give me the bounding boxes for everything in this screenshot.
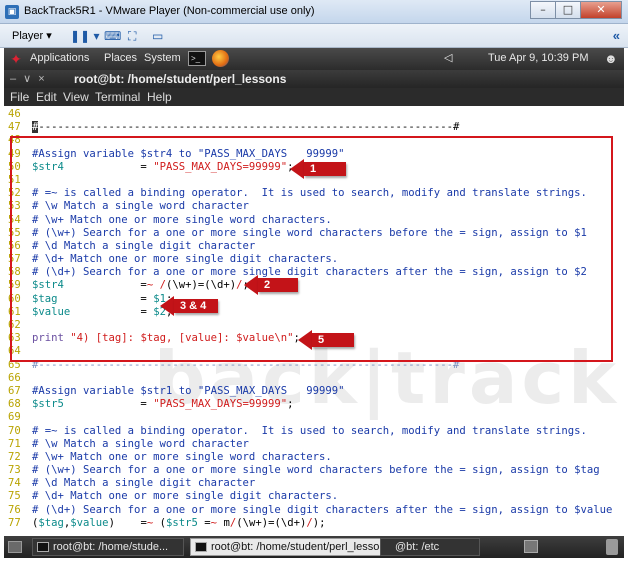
terminal-launcher-icon[interactable]: >_ [188, 51, 206, 66]
line-number: 74 [8, 477, 21, 490]
callout-2: 2 [244, 275, 298, 295]
taskbar-item-label: root@bt: /home/stude... [53, 541, 169, 553]
firefox-icon[interactable] [212, 50, 229, 67]
code-line: 66 [4, 372, 624, 385]
menu-file[interactable]: File [10, 90, 29, 104]
line-number: 67 [8, 384, 21, 397]
line-number: 77 [8, 516, 21, 529]
taskbar-item-3[interactable]: @bt: /etc [380, 538, 480, 556]
line-number: 76 [8, 503, 21, 516]
gnome-top-panel: ✦ Applications Places System >_ ◁ Tue Ap… [4, 48, 624, 70]
code-line: 68 $str5 = "PASS_MAX_DAYS=99999"; [4, 398, 624, 411]
fullscreen-icon[interactable]: ⛶ [128, 28, 136, 44]
minimize-button[interactable]: – [530, 1, 556, 19]
callout-arrowhead [244, 275, 258, 295]
line-number: 69 [8, 411, 21, 424]
code-line: 46 [4, 108, 624, 121]
send-ctrl-alt-del-icon[interactable]: ⌨ [104, 28, 121, 44]
callout-3-4: 3 & 4 [160, 296, 218, 316]
code-line: 75 # \d+ Match one or more single digit c… [4, 490, 624, 503]
code-line: 69 [4, 411, 624, 424]
menu-edit[interactable]: Edit [36, 90, 57, 104]
callout-label: 3 & 4 [174, 299, 218, 313]
user-icon[interactable]: ☻ [604, 50, 620, 68]
line-number: 47 [8, 121, 21, 134]
line-number: 70 [8, 424, 21, 437]
close-button[interactable]: ✕ [580, 1, 622, 19]
line-number: 71 [8, 437, 21, 450]
code-line: 73 # (\w+) Search for a one or more singl… [4, 464, 624, 477]
window-controls: – □ ✕ [530, 1, 622, 19]
code-line: 71 # \w Match a single word character [4, 438, 624, 451]
unity-icon[interactable]: ▭ [152, 28, 163, 44]
code-line: 67 #Assign variable $str1 to "PASS_MAX_DA… [4, 385, 624, 398]
taskbar-item-2[interactable]: root@bt: /home/student/perl_lessons [190, 538, 390, 556]
vmware-toolbar: Player ▾ ❚❚ ▾ ⌨ ⛶ ▭ « [0, 24, 628, 48]
places-menu[interactable]: Places [104, 52, 137, 64]
menu-help[interactable]: Help [147, 90, 172, 104]
code-line: 77 ($tag,$value) =~ ($str5 =~ m/(\w+)=(\d… [4, 517, 624, 530]
callout-label: 2 [258, 278, 298, 292]
terminal-window-controls[interactable]: – ∨ × [10, 72, 47, 85]
collapse-toolbar-icon[interactable]: « [613, 28, 620, 43]
callout-label: 1 [304, 162, 346, 176]
terminal-icon [37, 542, 49, 552]
callout-1: 1 [290, 159, 346, 179]
trash-icon[interactable] [606, 539, 618, 555]
terminal-title-bar: – ∨ × root@bt: /home/student/perl_lesson… [4, 70, 624, 88]
taskbar-item-label: @bt: /etc [395, 541, 440, 553]
code-line: 47 #-------------------------------------… [4, 121, 624, 134]
menu-view[interactable]: View [63, 90, 89, 104]
code-line: 70 # =~ is called a binding operator. It … [4, 425, 624, 438]
code-line: 76 # (\d+) Search for a one or more singl… [4, 504, 624, 517]
line-number: 46 [8, 108, 21, 120]
maximize-button[interactable]: □ [555, 1, 581, 19]
terminal-icon [195, 542, 207, 552]
workspace-switcher-icon[interactable] [524, 540, 538, 553]
callout-arrowhead [290, 159, 304, 179]
volume-icon[interactable]: ◁ [444, 51, 452, 64]
callout-5: 5 [298, 330, 354, 350]
backtrack-dragon-icon: ✦ [10, 51, 22, 67]
taskbar-item-label: root@bt: /home/student/perl_lessons [211, 541, 390, 553]
callout-label: 5 [312, 333, 354, 347]
pause-icon[interactable]: ❚❚ ▾ [70, 28, 99, 44]
vmware-title-bar: ▣ BackTrack5R1 - VMware Player (Non-comm… [0, 0, 628, 24]
menu-terminal[interactable]: Terminal [95, 90, 140, 104]
callout-arrowhead [160, 296, 174, 316]
line-number: 75 [8, 490, 21, 503]
code-line: 72 # \w+ Match one or more single word ch… [4, 451, 624, 464]
taskbar-item-1[interactable]: root@bt: /home/stude... [32, 538, 184, 556]
applications-menu[interactable]: Applications [30, 52, 89, 64]
clock[interactable]: Tue Apr 9, 10:39 PM [488, 52, 588, 64]
terminal-menubar: File Edit View Terminal Help [4, 88, 624, 106]
code-line: 74 # \d Match a single digit character [4, 477, 624, 490]
terminal-title: root@bt: /home/student/perl_lessons [74, 72, 287, 86]
system-menu[interactable]: System [144, 52, 181, 64]
terminal-editor[interactable]: back|track 5 4647#----------------------… [4, 106, 624, 536]
line-number: 72 [8, 450, 21, 463]
bottom-taskbar: root@bt: /home/stude... root@bt: /home/s… [4, 536, 624, 558]
player-menu[interactable]: Player ▾ [12, 29, 52, 42]
callout-arrowhead [298, 330, 312, 350]
line-number: 68 [8, 398, 21, 411]
vmware-app-icon: ▣ [5, 5, 19, 19]
line-number: 73 [8, 464, 21, 477]
show-desktop-icon[interactable] [8, 541, 22, 553]
line-number: 66 [8, 371, 21, 384]
window-title: BackTrack5R1 - VMware Player (Non-commer… [24, 5, 315, 17]
